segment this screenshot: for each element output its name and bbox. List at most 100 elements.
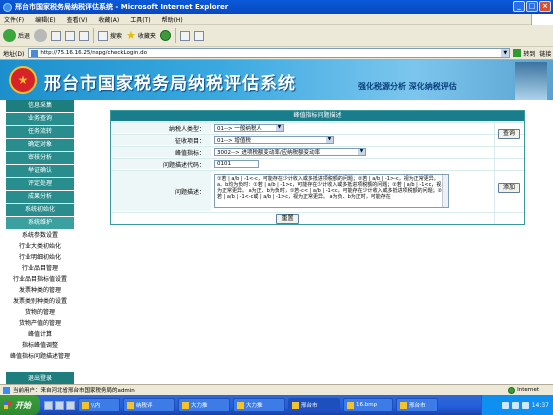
security-zone: Internet (508, 386, 539, 394)
page-icon (31, 49, 39, 57)
ie-icon (400, 401, 407, 409)
address-dropdown-icon[interactable]: ▼ (501, 49, 510, 57)
links-button[interactable]: 链接 (539, 49, 551, 58)
taskbar-item[interactable]: \\内 (78, 398, 120, 412)
taxpayer-type-select[interactable]: 01--> 一般纳税人 ▼ (214, 124, 284, 132)
taxpayer-type-row: 纳税人类型： 01--> 一般纳税人 ▼ (111, 122, 524, 133)
start-button[interactable]: 开始 (0, 395, 40, 415)
code-row: 问题描述代码： 0101 (111, 158, 524, 169)
taskbar-item[interactable]: 邢台市 (396, 398, 438, 412)
favorites-button[interactable]: ★ 收藏夹 (126, 29, 156, 42)
description-textarea[interactable]: ①若 | a/b | -1<-c，可能存在少计收入或多抵进项税额的问题；②若 |… (214, 174, 449, 208)
media-icon[interactable] (159, 30, 171, 41)
taskbar-item-label: 大力推 (191, 403, 208, 409)
sidebar-subitem[interactable]: 行业明细初始化 (0, 252, 80, 263)
sidebar-subitem[interactable]: 峰值指标问题描述管理 (0, 351, 80, 362)
query-button[interactable]: 查询 (498, 129, 521, 139)
sidebar-item-system-maintenance[interactable]: 系统维护 (6, 217, 74, 229)
sidebar-subitem[interactable]: 发票种类的管理 (0, 285, 80, 296)
network-icon[interactable] (501, 401, 509, 409)
sidebar-item-task-flow[interactable]: 任务流转 (6, 126, 74, 138)
sidebar-item-assessment[interactable]: 评定处理 (6, 178, 74, 190)
ie-icon[interactable] (55, 400, 64, 410)
add-button[interactable]: 添加 (498, 183, 521, 193)
toolbar-divider (174, 28, 176, 43)
sidebar-item-business-query[interactable]: 业务查询 (6, 113, 74, 125)
volume-icon[interactable] (511, 401, 519, 409)
taskbar-item-label: 邢台市 (301, 403, 318, 409)
toolbar: 后退 搜索 ★ 收藏夹 (0, 25, 553, 47)
search-icon (98, 30, 109, 41)
code-input[interactable]: 0101 (214, 160, 259, 168)
sidebar-subitem[interactable]: 指标峰值调整 (0, 340, 80, 351)
back-label: 后退 (18, 33, 31, 40)
sidebar-item-evidence-confirm[interactable]: 举证确认 (6, 165, 74, 177)
back-button[interactable]: 后退 (3, 29, 30, 42)
taskbar-item[interactable]: 纳税评 (123, 398, 175, 412)
menu-edit[interactable]: 编辑(E) (35, 15, 55, 24)
reset-button[interactable]: 重置 (276, 213, 299, 224)
sidebar-subitem[interactable]: 货物的管理 (0, 307, 80, 318)
windows-flag-icon (4, 401, 12, 409)
sidebar-subitem[interactable]: 峰值计算 (0, 329, 80, 340)
action-buttons: 查询 添加 (494, 121, 524, 224)
taxpayer-type-label: 纳税人类型： (111, 123, 211, 133)
description-row: 问题描述： ①若 | a/b | -1<-c，可能存在少计收入或多抵进项税额的问… (111, 170, 524, 211)
menu-file[interactable]: 文件(F) (4, 15, 24, 24)
menu-tools[interactable]: 工具(T) (130, 15, 150, 24)
go-arrow-icon (513, 49, 522, 57)
desktop-icon[interactable] (44, 400, 53, 410)
zone-label: Internet (517, 387, 539, 393)
sidebar-subitem[interactable]: 货物产值的管理 (0, 318, 80, 329)
refresh-icon[interactable] (65, 30, 76, 41)
minimize-button[interactable]: _ (513, 1, 525, 12)
peak-indicator-form: 峰值指标问题描述 纳税人类型： 01--> 一般纳税人 ▼ 征收项目： 01--… (110, 110, 525, 225)
menu-view[interactable]: 查看(V) (67, 15, 88, 24)
tax-item-select[interactable]: 01--> 增值税 ▼ (214, 136, 334, 144)
home-icon[interactable] (79, 30, 90, 41)
forward-button[interactable] (34, 29, 48, 42)
maximize-button[interactable]: □ (526, 1, 538, 12)
menu-favorites[interactable]: 收藏(A) (98, 15, 119, 24)
sidebar-subitem[interactable]: 行业品目管理 (0, 263, 80, 274)
mail-icon[interactable] (179, 30, 190, 41)
header-banner: ★ 邢台市国家税务局纳税评估系统 强化税源分析 深化纳税评估 (0, 60, 553, 100)
tax-item-label: 征收项目： (111, 135, 211, 145)
taskbar-item[interactable]: 邢台市 (288, 398, 340, 412)
close-button[interactable]: × (539, 1, 551, 12)
stop-icon[interactable] (51, 30, 62, 41)
sidebar-item-info-collection[interactable]: 信息采集 (6, 100, 74, 112)
sidebar-subitem[interactable]: 系统参数设置 (0, 230, 80, 241)
taskbar-item-label: 纳税评 (136, 403, 153, 409)
status-text: 当前用户：来自河北省邢台市国家税务局的admin (13, 388, 135, 394)
media-player-icon[interactable] (66, 400, 75, 410)
sidebar-item-system-init[interactable]: 系统初始化 (6, 204, 74, 216)
textarea-scrollbar[interactable] (442, 175, 448, 207)
indicator-value: 3002--> 进项税额变动率/应纳税额变动率 (217, 150, 321, 156)
taxpayer-type-value: 01--> 一般纳税人 (217, 126, 262, 132)
window-titlebar[interactable]: 邢台市国家税务局纳税评估系统 - Microsoft Internet Expl… (0, 0, 553, 14)
taskbar-item[interactable]: 大力推 (233, 398, 285, 412)
toolbar-divider (93, 28, 95, 43)
banner-title: 邢台市国家税务局纳税评估系统 (44, 74, 296, 94)
sidebar-item-determine-object[interactable]: 确定对象 (6, 139, 74, 151)
taskbar-item[interactable]: 大力推 (178, 398, 230, 412)
sidebar-subitem[interactable]: 发票类别种类的设置 (0, 296, 80, 307)
taskbar-item-label: 大力推 (246, 403, 263, 409)
taskbar-item[interactable]: 16.bmp (343, 398, 393, 412)
go-button[interactable]: 转到 (513, 49, 535, 58)
address-input[interactable]: http://75.16.16.25/nspg/checkLogin.do ▼ (28, 48, 511, 58)
taskbar-item-label: 16.bmp (356, 402, 378, 408)
sidebar-subitem[interactable]: 行业品目指标值设置 (0, 274, 80, 285)
quick-launch (44, 400, 75, 410)
menu-help[interactable]: 帮助(H) (162, 15, 183, 24)
sidebar-item-audit-analysis[interactable]: 审核分析 (6, 152, 74, 164)
print-icon[interactable] (193, 30, 204, 41)
security-icon[interactable] (521, 401, 529, 409)
search-button[interactable]: 搜索 (98, 30, 122, 41)
sidebar-item-result-analysis[interactable]: 成果分析 (6, 191, 74, 203)
chevron-down-icon: ▼ (326, 137, 333, 143)
indicator-select[interactable]: 3002--> 进项税额变动率/应纳税额变动率 ▼ (214, 148, 366, 156)
sidebar-subitem[interactable]: 行业大类初始化 (0, 241, 80, 252)
go-label: 转到 (523, 50, 536, 58)
